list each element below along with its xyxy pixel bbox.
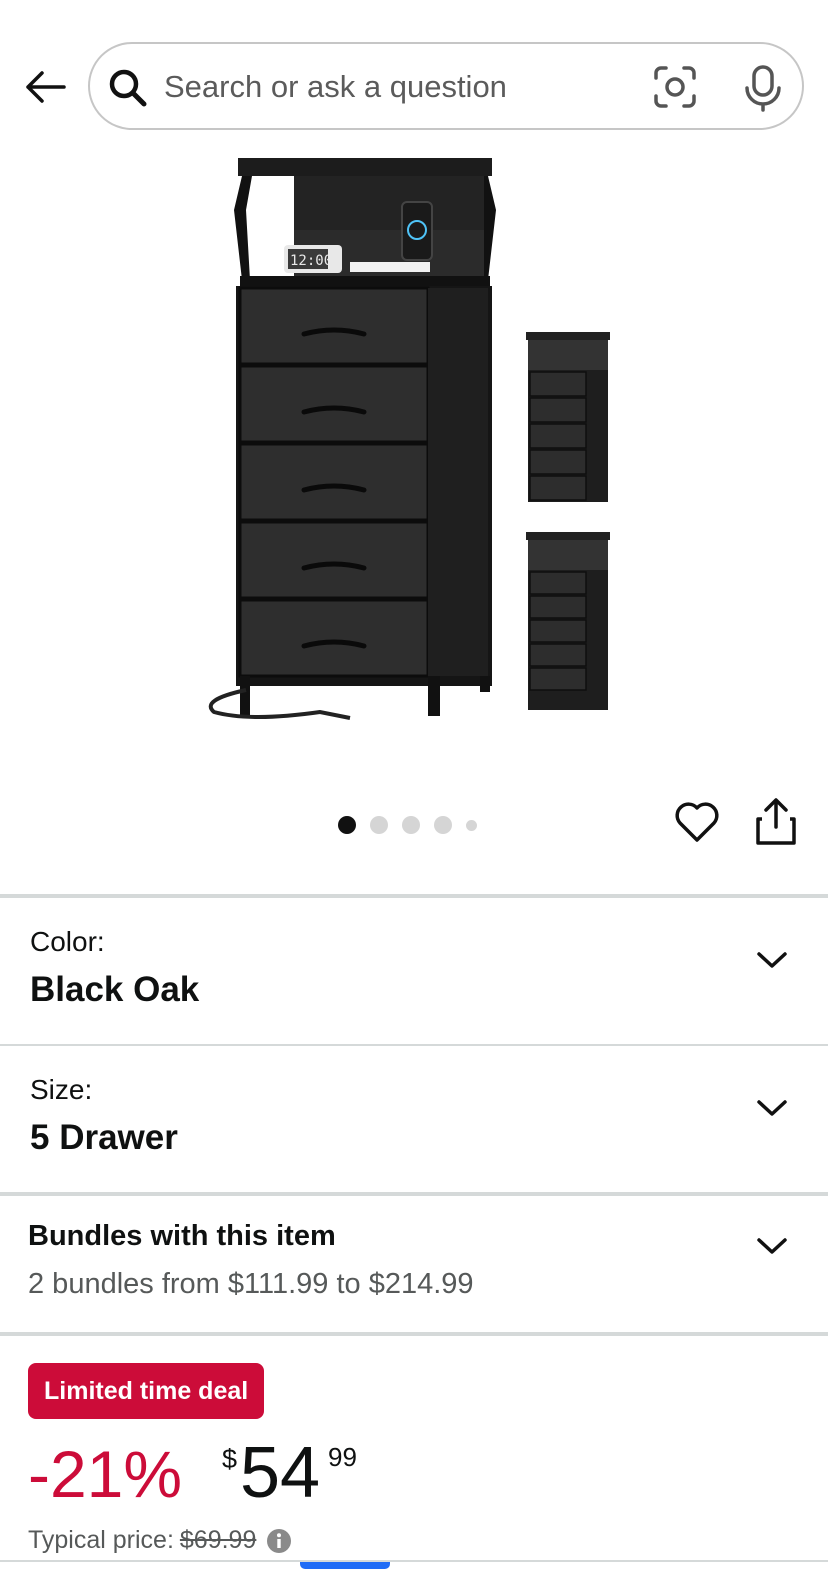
bottom-navigation-bar (0, 1560, 828, 1589)
chevron-down-icon (757, 1100, 787, 1116)
section-divider (0, 1332, 828, 1336)
color-label: Color: (30, 926, 105, 957)
carousel-dot[interactable] (370, 816, 388, 834)
typical-price-value: $69.99 (179, 1526, 257, 1554)
search-icon (109, 69, 147, 107)
carousel-dot[interactable] (466, 819, 477, 831)
search-header (0, 0, 828, 140)
price-whole: 54 (240, 1433, 321, 1513)
carousel-dot[interactable] (402, 816, 420, 834)
back-arrow-icon (26, 71, 66, 103)
price-fraction: 99 (328, 1442, 357, 1472)
color-value: Black Oak (30, 970, 200, 1009)
share-icon[interactable] (754, 797, 798, 847)
product-image[interactable]: 12:00 (190, 150, 630, 740)
chevron-down-icon (757, 1238, 787, 1254)
typical-price: Typical price: $69.99 (28, 1526, 292, 1555)
size-value: 5 Drawer (30, 1118, 178, 1157)
size-label: Size: (30, 1074, 93, 1105)
discount-percent: -21% (28, 1437, 183, 1511)
svg-text:12:00: 12:00 (290, 253, 332, 269)
typical-price-label: Typical price: (28, 1526, 174, 1554)
bundles-section[interactable]: Bundles with this item 2 bundles from $1… (0, 1196, 828, 1332)
info-icon[interactable] (266, 1528, 292, 1554)
price-row: -21% $ 54 99 (28, 1430, 728, 1520)
carousel-dot[interactable] (434, 816, 452, 834)
microphone-icon[interactable] (740, 64, 786, 112)
heart-icon[interactable] (674, 800, 720, 844)
back-button[interactable] (20, 62, 70, 112)
active-tab-indicator (300, 1562, 390, 1569)
chevron-down-icon (757, 952, 787, 968)
search-bar[interactable] (88, 42, 804, 130)
bundles-title: Bundles with this item (28, 1220, 336, 1252)
image-carousel-dots (338, 815, 477, 835)
limited-time-deal-badge: Limited time deal (28, 1363, 265, 1419)
color-selector[interactable]: Color: Black Oak (0, 898, 828, 1044)
search-input[interactable] (164, 62, 624, 112)
carousel-dot[interactable] (338, 816, 356, 834)
price-currency: $ (222, 1444, 238, 1474)
camera-lens-icon[interactable] (652, 64, 698, 110)
size-selector[interactable]: Size: 5 Drawer (0, 1046, 828, 1192)
bundles-subtitle: 2 bundles from $111.99 to $214.99 (28, 1268, 474, 1300)
